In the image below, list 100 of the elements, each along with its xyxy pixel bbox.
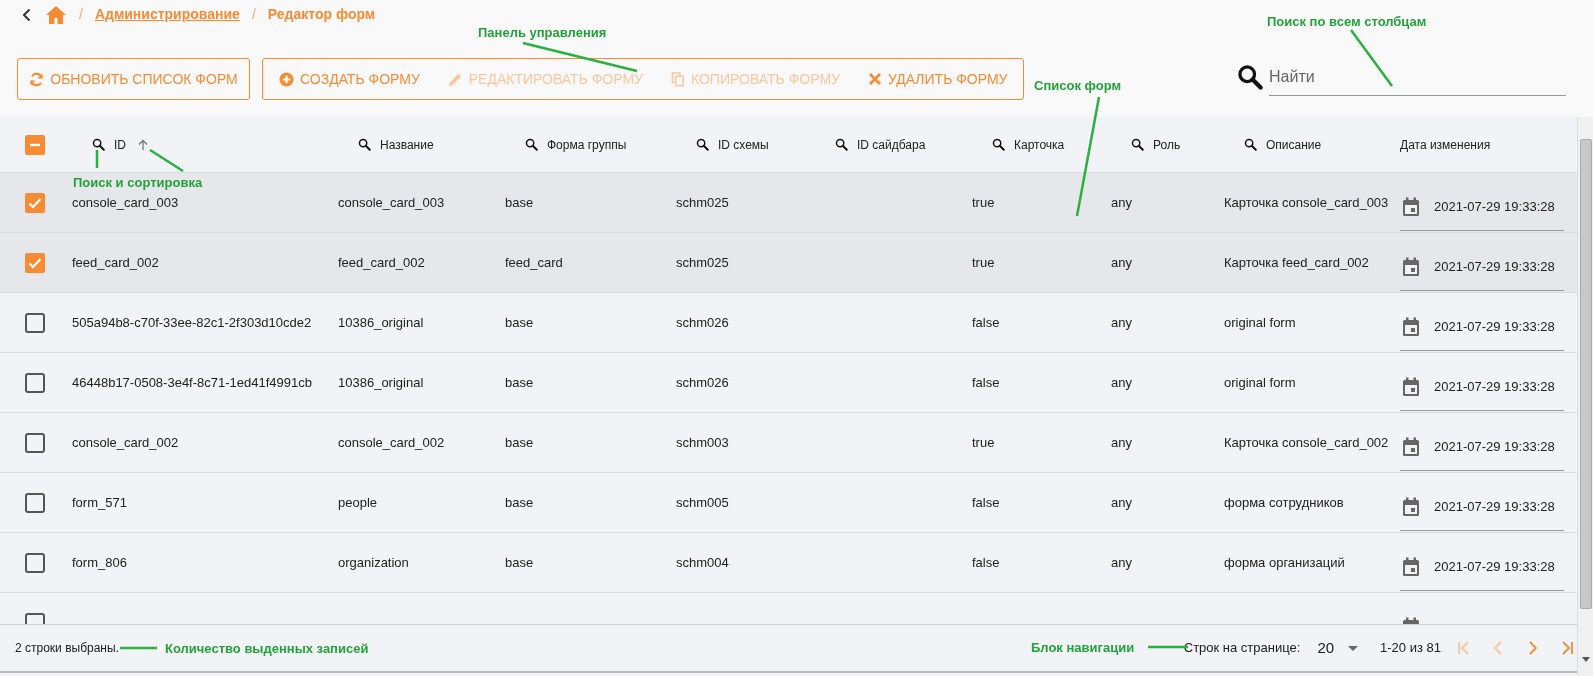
table-cell-text: any [1111,373,1132,392]
search-icon[interactable] [1244,138,1257,151]
table-cell-text: schm003 [676,433,729,452]
checkbox[interactable] [25,552,45,573]
table-cell-text: original form [1224,373,1296,392]
table-cell-text: console_card_003 [338,193,445,212]
search-icon[interactable] [696,138,709,151]
calendar-icon[interactable] [1402,377,1420,397]
calendar-icon[interactable] [1402,257,1420,277]
table-cell-text: any [1111,433,1132,452]
annotation-label: Панель управления [478,24,607,42]
table-cell-text: base [505,313,534,332]
checkbox[interactable] [25,492,45,513]
sort-arrow-icon[interactable] [138,138,148,151]
column-header[interactable]: Название [380,135,434,154]
table-cell-text: original form [1224,313,1296,332]
table-cell-text: Карточка console_card_002 [1224,433,1389,452]
column-header[interactable]: Описание [1266,135,1322,154]
table-cell-text: base [505,433,534,452]
search-icon[interactable] [358,138,371,151]
table-row[interactable]: feed_card_002 feed_card_002 feed_card schm025 true any Карточка feed_card_002 2021-07-29 19:33:28 [0,233,1577,293]
search-field[interactable]: Найти [1269,58,1566,96]
table-cell-text: форма организаций [1224,553,1345,572]
table-cell-text: false [972,493,1000,512]
leader-line [95,150,99,168]
table-cell-text: 505a94b8-c70f-33ee-82c1-2f303d10cde2 [72,313,312,332]
annotation-label: Поиск и сортировка [73,174,203,192]
annotation-label: Поиск по всем столбцам [1267,13,1427,31]
caret-icon[interactable] [1348,645,1359,651]
table-cell-text: false [972,553,1000,572]
table-cell-text: schm025 [676,193,729,212]
date-field[interactable]: 2021-07-29 19:33:28 [1400,244,1564,291]
table-cell-text: base [505,553,534,572]
table-cell-text: форма сотрудников [1224,493,1344,512]
breadcrumb-separator: / [251,5,256,24]
annotation-label: Блок навигации [1031,639,1135,657]
search-icon[interactable] [835,138,848,151]
table-cell-text: form_806 [72,553,127,572]
rows-per-page-label: Строк на странице: [1183,639,1301,658]
search-icon[interactable] [92,138,105,151]
table-cell-text: organization [338,553,409,572]
date-field[interactable]: 2021-07-29 19:33:28 [1400,544,1564,591]
annotation-label: Список форм [1034,77,1122,95]
table-cell-text: console_card_003 [72,193,179,212]
calendar-icon[interactable] [1402,197,1420,217]
table-cell-text: console_card_002 [338,433,445,452]
table-cell-text: false [972,373,1000,392]
calendar-icon[interactable] [1402,437,1420,457]
calendar-icon[interactable] [1402,497,1420,517]
date-field[interactable]: 2021-07-29 19:33:28 [1400,424,1564,471]
annotation-label: Количество выденных записей [165,640,369,658]
calendar-icon[interactable] [1402,317,1420,337]
breadcrumb-separator: / [79,5,83,24]
column-header[interactable]: ID сайдбара [857,135,926,154]
scroll-down-icon[interactable] [1581,657,1590,662]
table-cell-text: schm026 [676,313,729,332]
table-cell-text: schm025 [676,253,729,272]
table-cell-text: people [338,493,378,512]
checkbox[interactable] [25,372,45,393]
scrollbar[interactable] [1577,117,1593,676]
table-cell-text: any [1111,313,1132,332]
calendar-icon[interactable] [1402,557,1420,577]
rows-per-page-select[interactable]: 20 [1317,636,1359,660]
checkbox[interactable] [25,134,45,155]
table-cell-text: Карточка console_card_003 [1224,193,1389,212]
table-cell-text: console_card_002 [72,433,179,452]
column-header[interactable]: Дата изменения [1400,135,1491,154]
leader-line [149,148,184,173]
table-cell-text: schm026 [676,373,729,392]
date-field[interactable]: 2021-07-29 19:33:28 [1400,184,1564,231]
table-cell-text: 10386_original [338,313,424,332]
column-header[interactable]: Форма группы [547,135,627,154]
search-icon[interactable] [1131,138,1144,151]
leader-line [120,646,157,650]
table-cell-text: form_571 [72,493,127,512]
search-icon[interactable] [1237,64,1263,90]
checkbox[interactable] [25,312,45,333]
back-icon[interactable] [22,7,31,22]
search-icon[interactable] [525,138,538,151]
column-header[interactable]: Карточка [1014,135,1065,154]
column-header[interactable]: Роль [1153,135,1181,154]
search-icon[interactable] [992,138,1005,151]
column-header[interactable]: ID схемы [718,135,769,154]
checkbox[interactable] [25,252,45,273]
date-field[interactable]: 2021-07-29 19:33:28 [1400,364,1564,411]
table-cell-text: true [972,253,995,272]
table-cell-text: true [972,433,995,452]
checkbox[interactable] [25,192,45,213]
checkbox[interactable] [25,432,45,453]
table-cell-text: base [505,373,534,392]
date-field[interactable]: 2021-07-29 19:33:28 [1400,304,1564,351]
column-header[interactable]: ID [114,135,126,154]
date-field[interactable]: 2021-07-29 19:33:28 [1400,484,1564,531]
scrollbar-thumb[interactable] [1579,139,1592,609]
table-cell-text: feed_card [505,253,563,272]
table-cell-text: any [1111,253,1132,272]
table-cell-text: schm005 [676,493,729,512]
close-icon [867,72,882,86]
table-cell-text: any [1111,553,1132,572]
table-cell-text: schm004 [676,553,729,572]
